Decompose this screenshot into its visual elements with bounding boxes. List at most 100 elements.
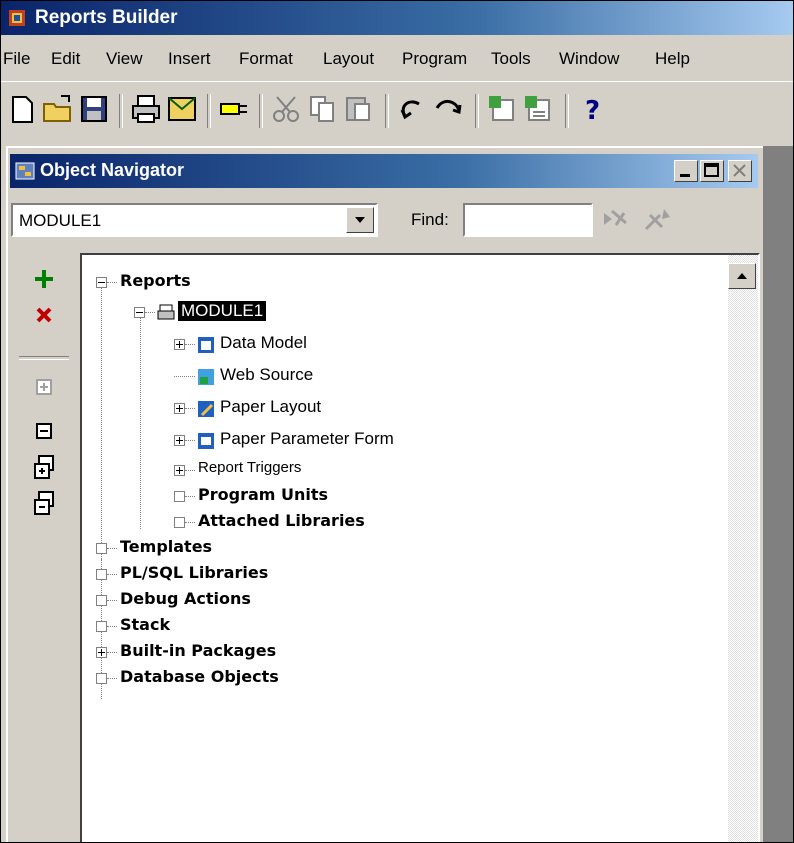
paper-design-icon[interactable] <box>521 92 555 126</box>
expand-toggle-icon[interactable] <box>174 339 185 350</box>
app-title-bar: Reports Builder <box>1 1 793 35</box>
data-model-icon <box>198 337 214 353</box>
node-label: Data Model <box>220 333 307 352</box>
find-input[interactable] <box>463 203 593 237</box>
empty-toggle-icon[interactable] <box>174 491 185 502</box>
empty-toggle-icon[interactable] <box>96 595 107 606</box>
toolbar-separator <box>475 94 479 128</box>
web-source-icon <box>198 369 214 385</box>
navigator-title-bar: Object Navigator <box>10 154 758 188</box>
workspace-area <box>761 146 793 842</box>
menu-view[interactable]: View <box>106 49 143 69</box>
node-label: Reports <box>120 271 191 290</box>
object-navigator-window: Object Navigator MODULE1 Find: Reports M… <box>6 146 763 842</box>
node-label: Report Triggers <box>198 459 302 476</box>
reports-builder-window: Reports Builder File Edit View Insert Fo… <box>0 0 794 843</box>
empty-toggle-icon[interactable] <box>96 569 107 580</box>
menu-file[interactable]: File <box>3 49 30 69</box>
menu-edit[interactable]: Edit <box>51 49 80 69</box>
find-next-icon[interactable] <box>640 203 674 237</box>
mail-icon[interactable] <box>165 92 199 126</box>
empty-toggle-icon[interactable] <box>96 543 107 554</box>
paper-layout-icon <box>198 401 214 417</box>
connect-icon[interactable] <box>217 92 251 126</box>
menu-program[interactable]: Program <box>402 49 467 69</box>
print-icon[interactable] <box>129 92 163 126</box>
maximize-button[interactable] <box>700 160 724 182</box>
menu-window[interactable]: Window <box>559 49 619 69</box>
menu-insert[interactable]: Insert <box>168 49 211 69</box>
dropdown-arrow-button[interactable] <box>346 207 374 233</box>
toolbar-separator <box>565 94 569 128</box>
redo-icon[interactable] <box>431 92 465 126</box>
module-dropdown-value: MODULE1 <box>19 211 102 230</box>
collapse-icon[interactable] <box>29 416 59 446</box>
menu-help[interactable]: Help <box>655 49 690 69</box>
toolbar-separator <box>119 94 123 128</box>
node-label: Attached Libraries <box>198 511 365 530</box>
expand-toggle-icon[interactable] <box>96 647 107 658</box>
expand-toggle-icon[interactable] <box>174 435 185 446</box>
vertical-scrollbar[interactable] <box>728 255 758 842</box>
open-icon[interactable] <box>41 92 75 126</box>
expand-all-icon[interactable] <box>29 452 59 482</box>
toolbar-separator <box>259 94 263 128</box>
menu-bar: File Edit View Insert Format Layout Prog… <box>1 35 793 81</box>
node-label: Stack <box>120 615 171 634</box>
find-label: Find: <box>411 210 449 229</box>
tree-connector <box>140 307 142 529</box>
expand-icon[interactable] <box>29 372 59 402</box>
chevron-up-icon <box>737 273 747 279</box>
main-toolbar: ? <box>1 81 793 144</box>
node-label: Web Source <box>220 365 314 384</box>
node-label: MODULE1 <box>178 301 267 321</box>
new-icon[interactable] <box>5 92 39 126</box>
app-title: Reports Builder <box>35 7 178 28</box>
side-separator <box>19 356 69 360</box>
node-label: Built-in Packages <box>120 641 277 660</box>
toolbar-separator <box>385 94 389 128</box>
expand-toggle-icon[interactable] <box>174 403 185 414</box>
navigator-side-toolbar <box>11 256 77 842</box>
paste-icon[interactable] <box>341 92 375 126</box>
object-tree[interactable]: Reports MODULE1 Data Model Web Source Pa… <box>80 253 760 842</box>
collapse-toggle-icon[interactable] <box>134 307 145 318</box>
collapse-all-icon[interactable] <box>29 488 59 518</box>
empty-toggle-icon[interactable] <box>174 517 185 528</box>
node-label: Database Objects <box>120 667 279 686</box>
parameter-form-icon <box>198 433 214 449</box>
scroll-up-button[interactable] <box>728 263 756 289</box>
create-icon[interactable] <box>29 264 59 294</box>
reports-app-icon <box>9 10 25 26</box>
help-icon[interactable]: ? <box>575 92 609 126</box>
menu-tools[interactable]: Tools <box>491 49 531 69</box>
toolbar-separator <box>207 94 211 128</box>
tree-connector <box>101 279 103 559</box>
node-label: Debug Actions <box>120 589 251 608</box>
menu-layout[interactable]: Layout <box>323 49 374 69</box>
empty-toggle-icon[interactable] <box>96 673 107 684</box>
node-label: Paper Layout <box>220 397 322 416</box>
navigator-title: Object Navigator <box>40 160 185 180</box>
menu-format[interactable]: Format <box>239 49 293 69</box>
node-label: Paper Parameter Form <box>220 429 394 448</box>
node-label: Templates <box>120 537 213 556</box>
node-label: Program Units <box>198 485 329 504</box>
delete-icon[interactable] <box>29 300 59 330</box>
save-icon[interactable] <box>77 92 111 126</box>
copy-icon[interactable] <box>305 92 339 126</box>
chevron-down-icon <box>355 217 365 223</box>
empty-toggle-icon[interactable] <box>96 621 107 632</box>
expand-toggle-icon[interactable] <box>174 465 185 476</box>
run-report-icon[interactable] <box>485 92 519 126</box>
cut-icon[interactable] <box>269 92 303 126</box>
module-dropdown[interactable]: MODULE1 <box>11 203 378 237</box>
svg-text:?: ? <box>585 96 600 126</box>
collapse-toggle-icon[interactable] <box>96 277 107 288</box>
minimize-button[interactable] <box>674 160 698 182</box>
node-label: PL/SQL Libraries <box>120 563 269 582</box>
close-button[interactable] <box>728 160 752 182</box>
undo-icon[interactable] <box>395 92 429 126</box>
find-previous-icon[interactable] <box>598 203 632 237</box>
navigator-icon <box>15 162 35 180</box>
